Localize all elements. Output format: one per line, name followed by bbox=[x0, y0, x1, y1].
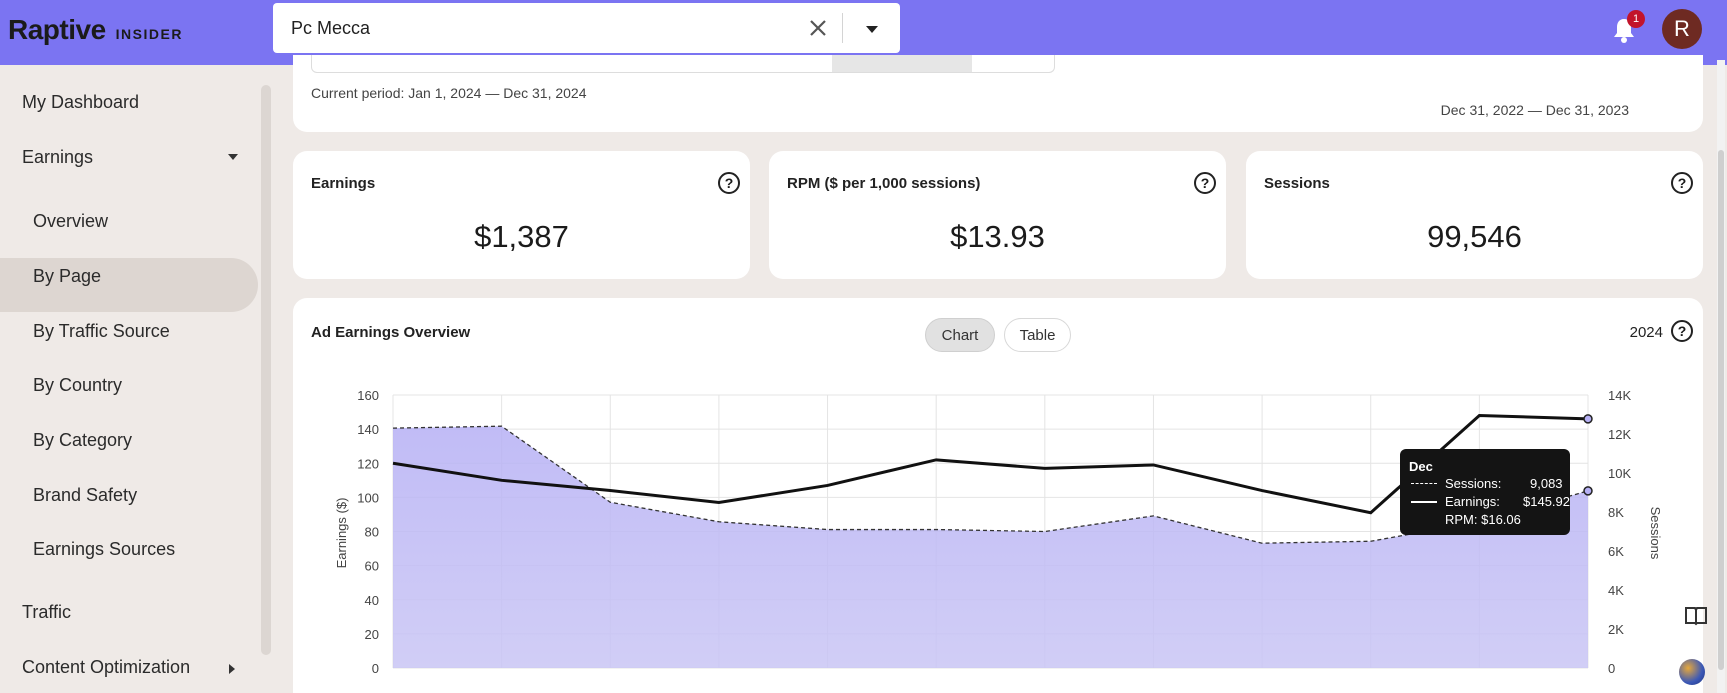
rpm-label: RPM ($ per 1,000 sessions) bbox=[787, 175, 981, 192]
sidebar-item-overview[interactable]: Overview bbox=[33, 211, 108, 232]
tooltip-earnings-label: Earnings: bbox=[1445, 494, 1500, 509]
sidebar-item-by-country[interactable]: By Country bbox=[33, 375, 122, 396]
sidebar-item-by-traffic-source[interactable]: By Traffic Source bbox=[33, 321, 170, 342]
sidebar: My Dashboard Earnings Overview By Page B… bbox=[0, 65, 258, 693]
book-icon[interactable] bbox=[1683, 602, 1709, 628]
chart-title: Ad Earnings Overview bbox=[311, 324, 471, 341]
sessions-label: Sessions bbox=[1264, 175, 1330, 192]
logo-word: Raptive bbox=[8, 14, 106, 45]
current-period: Current period: Jan 1, 2024 — Dec 31, 20… bbox=[311, 85, 587, 101]
chevron-right-icon[interactable] bbox=[229, 664, 235, 674]
period-tabs[interactable] bbox=[311, 55, 1055, 73]
tooltip-sessions-value: 9,083 bbox=[1530, 476, 1563, 491]
search-divider bbox=[842, 13, 843, 43]
sidebar-item-by-category[interactable]: By Category bbox=[33, 430, 132, 451]
sidebar-item-content-optimization[interactable]: Content Optimization bbox=[22, 657, 190, 678]
sessions-value: 99,546 bbox=[1427, 219, 1522, 254]
tooltip-rpm-row: RPM: $16.06 bbox=[1445, 512, 1521, 527]
sidebar-item-earnings[interactable]: Earnings bbox=[22, 147, 93, 168]
dropdown-caret-icon[interactable] bbox=[860, 19, 884, 39]
dashed-line-icon bbox=[1411, 483, 1437, 484]
sidebar-item-my-dashboard[interactable]: My Dashboard bbox=[22, 92, 139, 113]
chevron-down-icon[interactable] bbox=[228, 154, 238, 160]
globe-icon[interactable] bbox=[1679, 659, 1705, 685]
raptive-logo[interactable]: Raptive INSIDER bbox=[8, 14, 183, 46]
page-scrollbar-thumb[interactable] bbox=[1718, 150, 1724, 670]
logo-insider: INSIDER bbox=[115, 26, 183, 42]
help-icon[interactable]: ? bbox=[1671, 320, 1693, 342]
sidebar-scrollbar[interactable] bbox=[261, 85, 271, 655]
sidebar-item-brand-safety[interactable]: Brand Safety bbox=[33, 485, 137, 506]
help-icon[interactable]: ? bbox=[1671, 172, 1693, 194]
page-scrollbar[interactable] bbox=[1717, 60, 1725, 693]
help-icon[interactable]: ? bbox=[1194, 172, 1216, 194]
solid-line-icon bbox=[1411, 500, 1437, 503]
chart-toggle-button[interactable]: Chart bbox=[925, 318, 995, 352]
tooltip-rpm: RPM: $16.06 bbox=[1445, 512, 1521, 527]
period-tab-selected[interactable] bbox=[832, 55, 972, 72]
tooltip-earnings-row: Earnings: $145.92 bbox=[1411, 494, 1570, 509]
site-search bbox=[273, 3, 900, 53]
rpm-card: RPM ($ per 1,000 sessions) ? $13.93 bbox=[769, 151, 1226, 279]
sidebar-item-by-page[interactable]: By Page bbox=[33, 266, 101, 287]
sessions-card: Sessions ? 99,546 bbox=[1246, 151, 1703, 279]
earnings-value: $1,387 bbox=[474, 219, 569, 254]
earnings-card: Earnings ? $1,387 bbox=[293, 151, 750, 279]
notification-badge: 1 bbox=[1627, 10, 1645, 28]
rpm-value: $13.93 bbox=[950, 219, 1045, 254]
help-icon[interactable]: ? bbox=[718, 172, 740, 194]
chart-tooltip: Dec Sessions: 9,083 Earnings: $145.92 RP… bbox=[1400, 449, 1570, 535]
compare-period: Dec 31, 2022 — Dec 31, 2023 bbox=[1440, 102, 1629, 118]
period-card: Current period: Jan 1, 2024 — Dec 31, 20… bbox=[293, 55, 1703, 132]
clear-icon[interactable] bbox=[806, 16, 830, 40]
sidebar-item-traffic[interactable]: Traffic bbox=[22, 602, 71, 623]
table-toggle-button[interactable]: Table bbox=[1004, 318, 1071, 352]
tooltip-sessions-row: Sessions: 9,083 bbox=[1411, 476, 1563, 491]
site-search-input[interactable] bbox=[291, 13, 791, 43]
earnings-label: Earnings bbox=[311, 175, 376, 192]
sidebar-item-earnings-sources[interactable]: Earnings Sources bbox=[33, 539, 175, 560]
avatar[interactable]: R bbox=[1662, 9, 1702, 49]
tooltip-title: Dec bbox=[1409, 459, 1433, 474]
tooltip-earnings-value: $145.92 bbox=[1523, 494, 1570, 509]
tooltip-sessions-label: Sessions: bbox=[1445, 476, 1502, 491]
chart-year: 2024 bbox=[1629, 324, 1663, 341]
